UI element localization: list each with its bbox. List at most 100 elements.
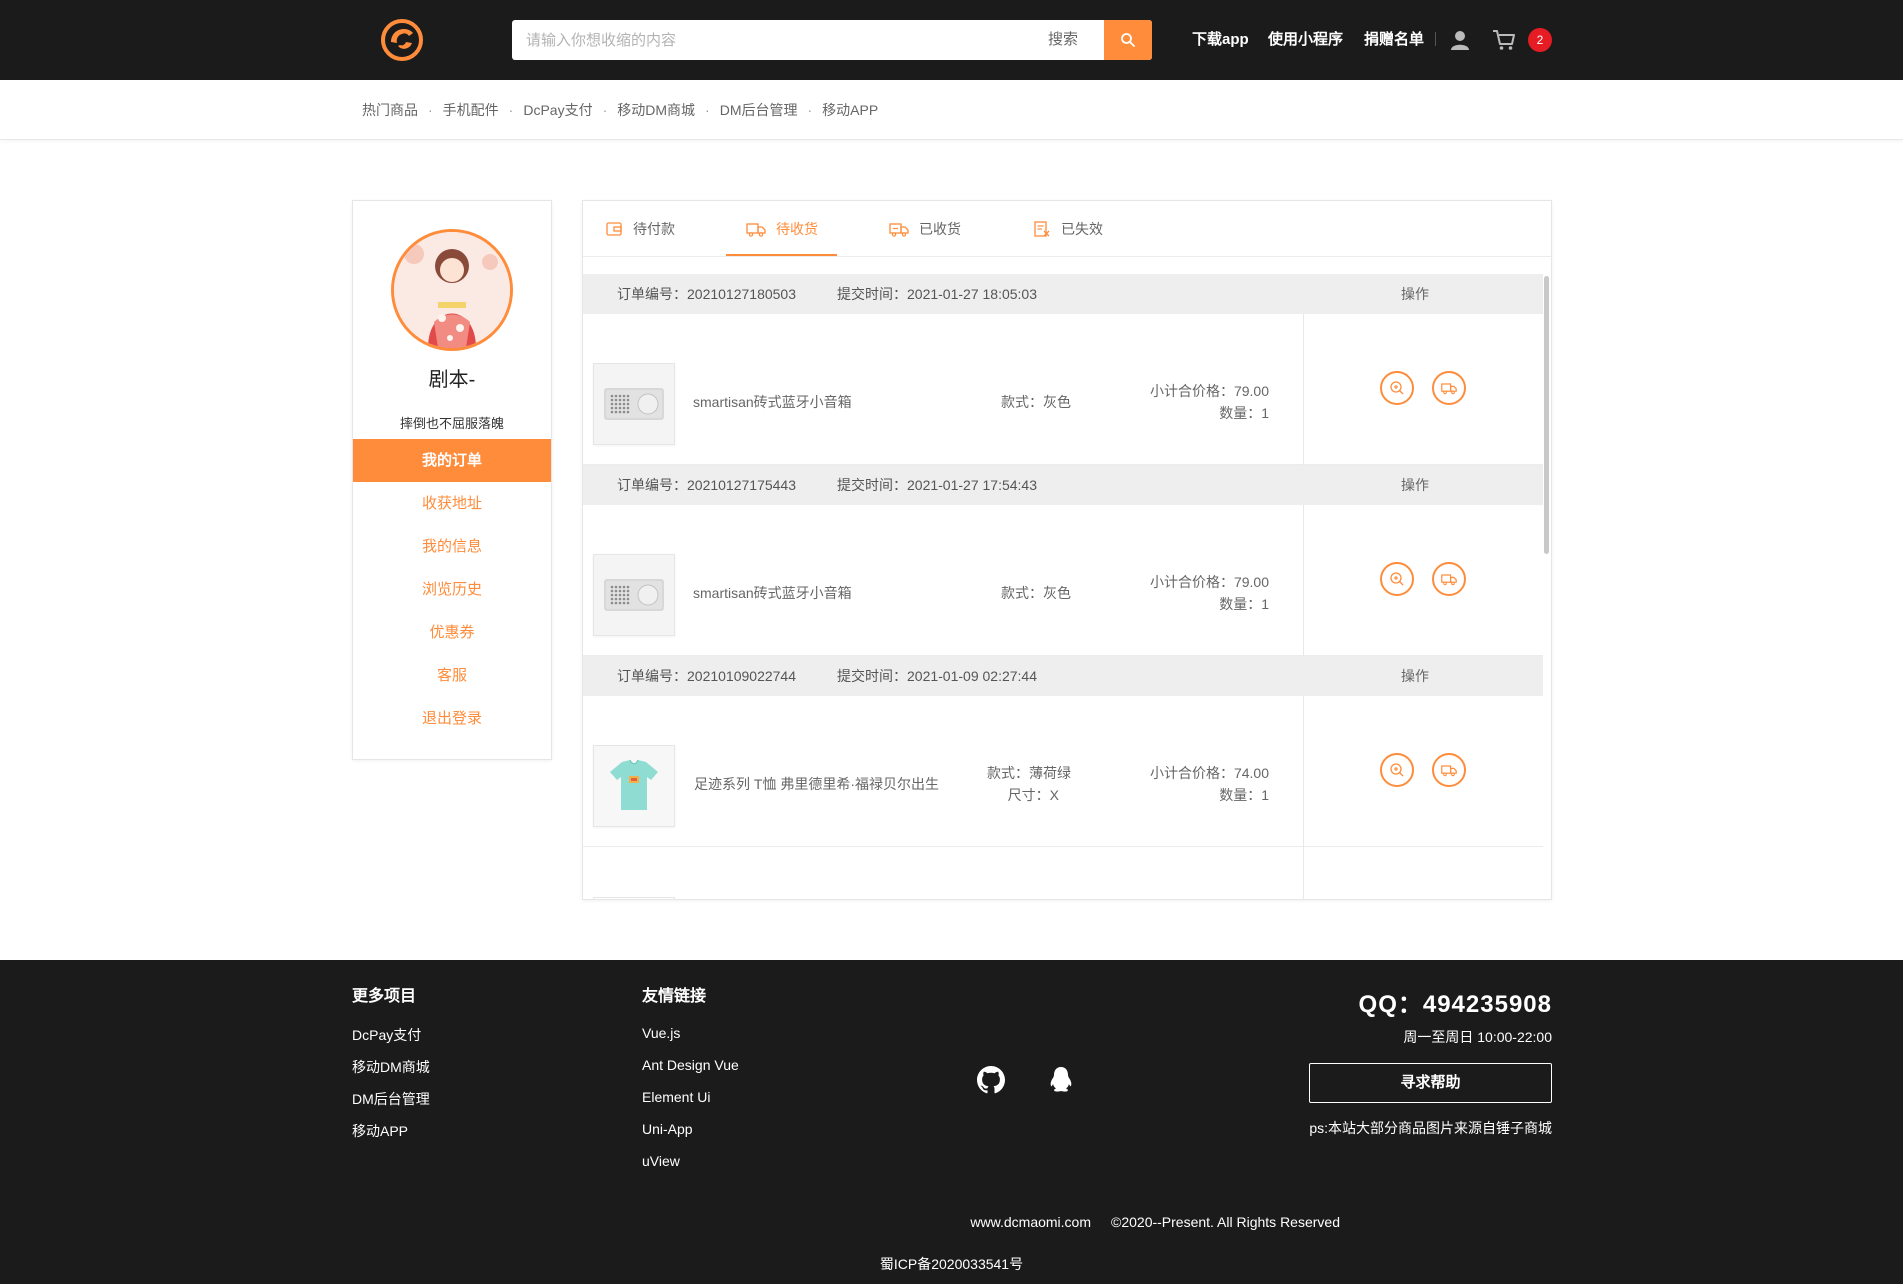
footer-link-dcpay[interactable]: DcPay支付 — [352, 1025, 421, 1045]
tab-label: 已失效 — [1061, 221, 1103, 237]
operation-header: 操作 — [1401, 286, 1429, 302]
tab-pending-receipt[interactable]: 待收货 — [746, 201, 818, 257]
tab-received[interactable]: 已收货 — [889, 201, 961, 257]
user-icon[interactable] — [1450, 29, 1470, 51]
product-thumbnail[interactable] — [593, 554, 675, 636]
tshirt-image — [594, 746, 674, 826]
subnav-item-mobile-app[interactable]: 移动APP — [822, 100, 878, 120]
copyright-text: ©2020--Present. All Rights Reserved — [1111, 1214, 1340, 1230]
subtotal-price: 小计合价格：79.00 — [1149, 574, 1269, 590]
sidebar-item-address[interactable]: 收获地址 — [353, 482, 551, 525]
tab-pending-payment[interactable]: 待付款 — [605, 201, 675, 257]
footer-link-mobile-mall[interactable]: 移动DM商城 — [352, 1057, 430, 1077]
product-style: 款式：薄荷绿 — [987, 765, 1071, 781]
product-style: 款式：灰色 — [1001, 394, 1071, 410]
logistics-button[interactable] — [1432, 753, 1466, 787]
service-hours: 周一至周日 10:00-22:00 — [1403, 1029, 1552, 1045]
view-order-button[interactable] — [1380, 753, 1414, 787]
product-thumbnail[interactable] — [593, 745, 675, 827]
subnav-item-accessories[interactable]: 手机配件 — [443, 100, 499, 120]
order-number: 订单编号：20210127180503 — [617, 286, 797, 302]
footer-link-uni-app[interactable]: Uni-App — [642, 1121, 693, 1137]
sidebar-item-my-orders[interactable]: 我的订单 — [353, 439, 551, 482]
qq-penguin-icon[interactable] — [1045, 1064, 1077, 1096]
icp-record[interactable]: 蜀ICP备2020033541号 — [0, 1254, 1903, 1274]
order-card: 订单编号：20210109022744 提交时间：2021-01-09 02:2… — [583, 656, 1543, 847]
product-style: 款式：灰色 — [1001, 585, 1071, 601]
sidebar-item-customer-service[interactable]: 客服 — [353, 654, 551, 697]
footer-link-uview[interactable]: uView — [642, 1153, 680, 1169]
product-name[interactable]: smartisan砖式蓝牙小音箱 — [693, 583, 852, 603]
product-name[interactable]: 足迹系列 T恤 弗里德里希·福禄贝尔出生 — [694, 774, 939, 794]
zoom-in-icon — [1390, 381, 1404, 395]
operation-header: 操作 — [1401, 477, 1429, 493]
search-label[interactable]: 搜索 — [1048, 20, 1078, 60]
cart-icon[interactable] — [1492, 29, 1516, 51]
truck-icon — [1441, 574, 1457, 586]
subnav-item-admin[interactable]: DM后台管理 — [720, 100, 798, 120]
search-icon — [1121, 33, 1135, 47]
footer-link-vue[interactable]: Vue.js — [642, 1025, 680, 1041]
subnav-separator: · — [705, 102, 710, 118]
order-list-scrollbar[interactable] — [1543, 274, 1551, 899]
order-list: 订单编号：20210127180503 提交时间：2021-01-27 18:0… — [583, 274, 1543, 899]
subtotal-price: 小计合价格：79.00 — [1149, 383, 1269, 399]
nav-donation-list[interactable]: 捐赠名单 — [1364, 30, 1424, 50]
search-input[interactable] — [512, 20, 1052, 60]
delivered-truck-icon — [889, 223, 909, 237]
footer-link-element-ui[interactable]: Element Ui — [642, 1089, 710, 1105]
scrollbar-thumb[interactable] — [1544, 276, 1549, 554]
site-footer: 更多项目 DcPay支付 移动DM商城 DM后台管理 移动APP 友情链接 Vu… — [0, 960, 1903, 1284]
item-quantity: 数量：1 — [1219, 596, 1269, 612]
wallet-icon — [606, 222, 622, 236]
subnav-separator: · — [508, 102, 514, 118]
nav-mini-program[interactable]: 使用小程序 — [1268, 30, 1343, 50]
search-button[interactable] — [1104, 20, 1152, 60]
order-header: 订单编号：20210127175443 提交时间：2021-01-27 17:5… — [583, 465, 1543, 505]
order-submit-time: 提交时间：2021-01-27 18:05:03 — [837, 286, 1037, 302]
column-divider — [1303, 314, 1304, 465]
logistics-button[interactable] — [1432, 562, 1466, 596]
column-divider — [1303, 847, 1304, 899]
seek-help-button[interactable]: 寻求帮助 — [1309, 1063, 1552, 1103]
product-thumbnail — [593, 897, 675, 899]
product-size: 尺寸：X — [1007, 787, 1059, 803]
subnav-item-mobile-mall[interactable]: 移动DM商城 — [617, 100, 695, 120]
subnav-item-hot[interactable]: 热门商品 — [362, 100, 418, 120]
github-icon[interactable] — [975, 1064, 1007, 1096]
product-thumbnail[interactable] — [593, 363, 675, 445]
logistics-button[interactable] — [1432, 371, 1466, 405]
view-order-button[interactable] — [1380, 371, 1414, 405]
sidebar-item-coupons[interactable]: 优惠券 — [353, 611, 551, 654]
orders-panel: 待付款 待收货 已收货 已失效 订单编号：20210127180503 提交时间… — [582, 200, 1552, 900]
site-domain[interactable]: www.dcmaomi.com — [970, 1214, 1091, 1230]
footer-link-ant-design-vue[interactable]: Ant Design Vue — [642, 1057, 739, 1073]
site-logo-icon[interactable] — [380, 18, 424, 62]
item-quantity: 数量：1 — [1219, 787, 1269, 803]
order-header: 订单编号：20210109022744 提交时间：2021-01-09 02:2… — [583, 656, 1543, 696]
tab-label: 待收货 — [776, 221, 818, 237]
truck-icon — [1441, 765, 1457, 777]
avatar[interactable] — [391, 229, 513, 351]
product-name[interactable]: smartisan砖式蓝牙小音箱 — [693, 392, 852, 412]
order-submit-time: 提交时间：2021-01-09 02:27:44 — [837, 668, 1037, 684]
invalid-doc-icon — [1034, 221, 1050, 237]
sidebar-item-logout[interactable]: 退出登录 — [353, 697, 551, 740]
active-tab-indicator — [726, 254, 837, 256]
sidebar-item-my-info[interactable]: 我的信息 — [353, 525, 551, 568]
nav-divider — [1435, 32, 1436, 46]
subnav-item-dcpay[interactable]: DcPay支付 — [523, 100, 592, 120]
order-submit-time: 提交时间：2021-01-27 17:54:43 — [837, 477, 1037, 493]
order-item-row: 足迹系列 T恤 弗里德里希·福禄贝尔出生 款式：薄荷绿 尺寸：X 小计合价格：7… — [583, 696, 1543, 847]
truck-icon — [746, 223, 766, 237]
column-divider — [1303, 696, 1304, 847]
item-quantity: 数量：1 — [1219, 405, 1269, 421]
order-card-partial — [583, 847, 1543, 899]
footer-link-mobile-app[interactable]: 移动APP — [352, 1121, 408, 1141]
footer-link-admin[interactable]: DM后台管理 — [352, 1089, 430, 1109]
sidebar-item-history[interactable]: 浏览历史 — [353, 568, 551, 611]
tab-invalid[interactable]: 已失效 — [1033, 201, 1103, 257]
nav-download-app[interactable]: 下载app — [1192, 30, 1249, 50]
subnav-separator: · — [602, 102, 608, 118]
view-order-button[interactable] — [1380, 562, 1414, 596]
